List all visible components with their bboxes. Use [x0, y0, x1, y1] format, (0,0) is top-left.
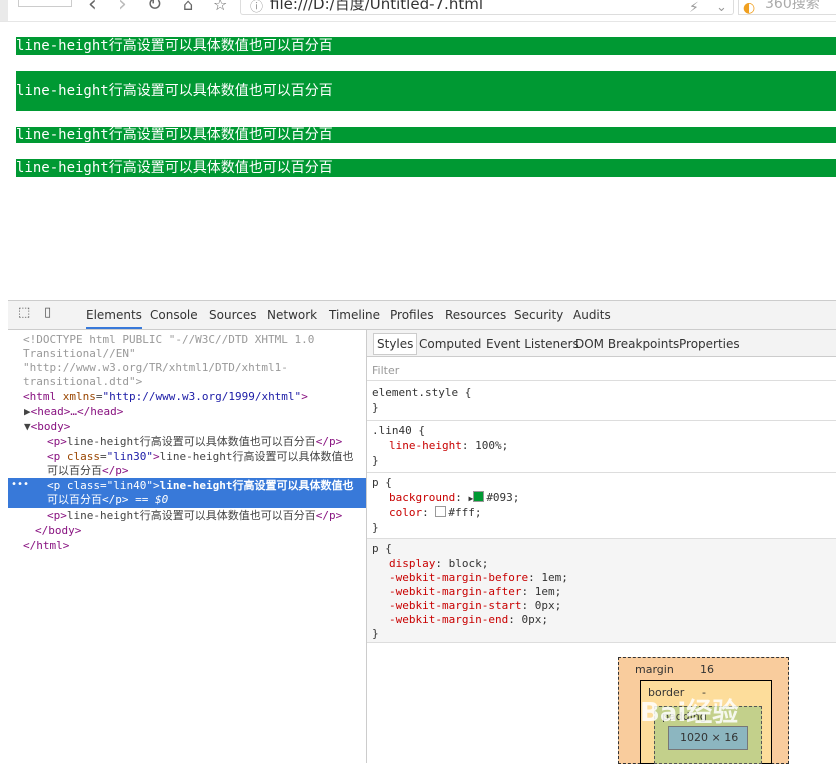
paragraph-plain: line-height行高设置可以具体数值也可以百分百: [16, 159, 836, 177]
tab-elements[interactable]: Elements: [86, 308, 142, 329]
paragraph-lin40: line-height行高设置可以具体数值也可以百分百: [16, 127, 836, 143]
page-info-icon[interactable]: ⓘ: [250, 0, 263, 19]
dom-node-p[interactable]: <p>line-height行高设置可以具体数值也可以百分百</p>: [47, 435, 342, 450]
styles-filter-input[interactable]: Filter: [372, 364, 399, 377]
paragraph-lin30: line-height行高设置可以具体数值也可以百分百: [16, 71, 836, 111]
dom-node-p-lin40[interactable]: <p class="lin40">line-height行高设置可以具体数值也: [47, 479, 353, 494]
content-size[interactable]: 1020 × 16: [680, 731, 738, 744]
dom-node-selected[interactable]: ••• <p class="lin40">line-height行高设置可以具体…: [8, 478, 366, 508]
dom-node-p-lin30-cont[interactable]: 可以百分百</p>: [47, 464, 129, 479]
home-icon[interactable]: ⌂: [183, 0, 193, 16]
dom-node-body[interactable]: ▼<body>: [24, 420, 70, 435]
inspect-icon[interactable]: ⬚: [18, 306, 32, 320]
color-swatch-green[interactable]: [473, 491, 485, 502]
subtab-computed[interactable]: Computed: [419, 337, 481, 351]
devtools-tabbar: ⬚ ▯ Elements Console Sources Network Tim…: [8, 301, 836, 330]
subtab-event-listeners[interactable]: Event Listeners: [486, 337, 579, 351]
tab-resources[interactable]: Resources: [445, 308, 506, 322]
paragraph-default: line-height行高设置可以具体数值也可以百分百: [16, 37, 836, 55]
search-engine-label[interactable]: 360搜索: [765, 0, 820, 13]
dom-node-body-close[interactable]: </body>: [35, 524, 81, 539]
dom-node-p-lin30[interactable]: <p class="lin30">line-height行高设置可以具体数值也: [47, 450, 353, 465]
dom-node-html[interactable]: <html xmlns="http://www.w3.org/1999/xhtm…: [23, 390, 308, 405]
window-edge: [0, 0, 8, 21]
rule-p-author: p { background: ▶ #093; color: #fff; }: [367, 472, 836, 539]
tab-network[interactable]: Network: [267, 308, 317, 322]
watermark-logo: Bai经验: [640, 698, 739, 728]
tab-audits[interactable]: Audits: [573, 308, 611, 322]
lightning-icon[interactable]: ⚡: [689, 0, 699, 19]
subtab-styles[interactable]: Styles: [373, 333, 418, 355]
rule-lin40: .lin40 { line-height: 100%; }: [367, 420, 836, 473]
rule-divider: [367, 642, 836, 644]
device-mode-icon[interactable]: ▯: [44, 306, 58, 320]
html-open-tag: <html: [23, 390, 57, 403]
browser-toolbar: ‹ › ↻ ⌂ ☆ ⓘ file:///D:/百度/Untitled-7.htm…: [0, 0, 836, 22]
doctype-line[interactable]: transitional.dtd">: [23, 375, 142, 390]
dom-node-p[interactable]: <p>line-height行高设置可以具体数值也可以百分百</p>: [47, 509, 342, 524]
rule-p-useragent: p { display: block; -webkit-margin-befor…: [367, 538, 836, 643]
dom-node-html-close[interactable]: </html>: [23, 539, 69, 554]
color-swatch-white[interactable]: [435, 506, 447, 517]
doctype-line[interactable]: Transitional//EN": [23, 347, 136, 362]
expand-arrow-icon[interactable]: ▶: [24, 405, 31, 418]
doctype-line[interactable]: "http://www.w3.org/TR/xhtml1/DTD/xhtml1-: [23, 361, 288, 376]
margin-label: margin: [635, 663, 674, 676]
url-text[interactable]: file:///D:/百度/Untitled-7.html: [270, 0, 483, 14]
tab-security[interactable]: Security: [514, 308, 563, 322]
chevron-down-icon[interactable]: ⌄: [716, 0, 727, 19]
subtab-dom-breakpoints[interactable]: DOM Breakpoints: [575, 337, 679, 351]
styles-subtabs: Styles Computed Event Listeners DOM Brea…: [367, 330, 836, 357]
doctype-line[interactable]: <!DOCTYPE html PUBLIC "-//W3C//DTD XHTML…: [23, 333, 314, 348]
dom-node-p-lin40-cont[interactable]: 可以百分百</p> == $0: [47, 493, 168, 508]
dom-tree: <!DOCTYPE html PUBLIC "-//W3C//DTD XHTML…: [8, 330, 367, 763]
star-icon[interactable]: ☆: [213, 0, 227, 16]
reload-icon[interactable]: ↻: [147, 0, 162, 16]
collapse-arrow-icon[interactable]: ▼: [24, 420, 31, 433]
subtab-properties[interactable]: Properties: [679, 337, 740, 351]
margin-value[interactable]: 16: [700, 663, 714, 676]
dom-node-head[interactable]: ▶<head>…</head>: [24, 405, 123, 420]
back-icon[interactable]: ‹: [88, 0, 97, 16]
rule-element-style: element.style { }: [367, 380, 836, 421]
tab-console[interactable]: Console: [150, 308, 198, 322]
tab-timeline[interactable]: Timeline: [329, 308, 380, 322]
html-xmlns-attr: xmlns: [62, 390, 96, 403]
html-xmlns-value: "http://www.w3.org/1999/xhtml": [102, 390, 302, 403]
tab-sources[interactable]: Sources: [209, 308, 256, 322]
tab-stub[interactable]: [18, 0, 72, 7]
search-engine-icon: ◐: [743, 0, 756, 16]
more-actions-icon[interactable]: •••: [11, 478, 29, 493]
forward-icon[interactable]: ›: [118, 0, 127, 16]
tab-profiles[interactable]: Profiles: [390, 308, 434, 322]
